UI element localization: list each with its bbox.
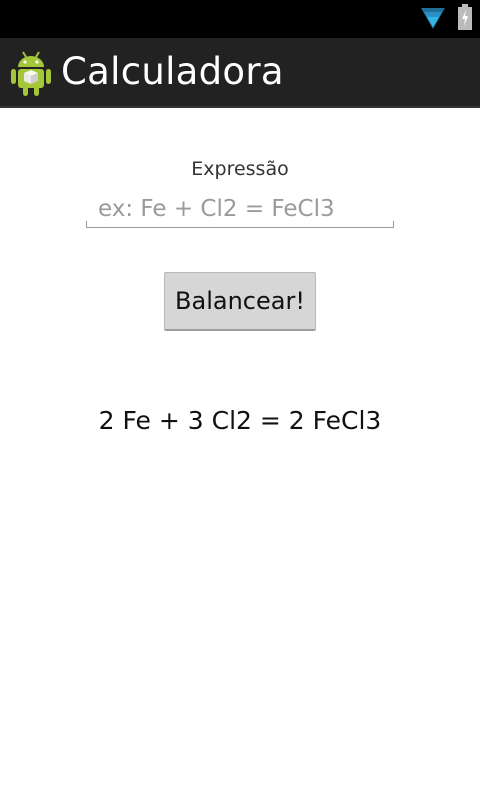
battery-charging-icon [458,4,472,30]
expression-input[interactable] [86,191,394,227]
balance-button[interactable]: Balancear! [164,272,316,331]
input-underline-left-tick [86,221,87,228]
wifi-icon [421,8,445,29]
expression-input-container [86,191,394,231]
android-robot-icon [11,51,51,96]
action-bar: Calculadora [0,38,480,108]
app-title: Calculadora [61,50,284,93]
result-text: 2 Fe + 3 Cl2 = 2 FeCl3 [98,406,382,435]
status-bar [0,0,480,38]
input-underline [86,227,394,228]
main-content: Expressão Balancear! 2 Fe + 3 Cl2 = 2 Fe… [0,108,480,800]
input-underline-right-tick [393,221,394,228]
expression-label: Expressão [191,158,289,180]
